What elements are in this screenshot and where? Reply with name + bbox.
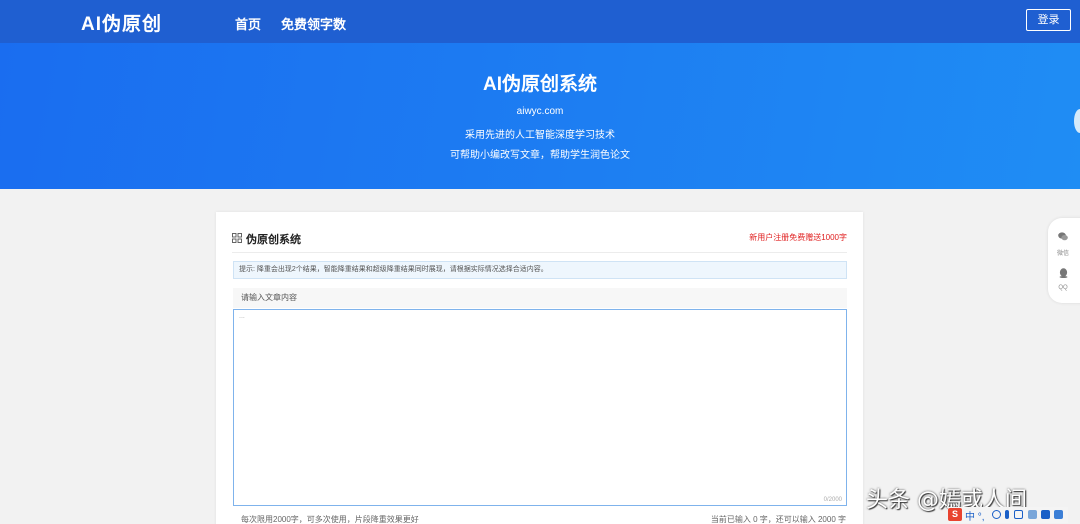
hero-title: AI伪原创系统 bbox=[482, 74, 597, 95]
register-promo: 新用户注册免费赠送1000字 bbox=[749, 233, 847, 242]
hero-tagline-2: 可帮助小编改写文章，帮助学生润色论文 bbox=[450, 150, 630, 161]
ime-mode-text[interactable]: 中 °, bbox=[965, 508, 985, 523]
input-label: 请输入文章内容 bbox=[233, 288, 847, 308]
wechat-label: 微信 bbox=[1056, 251, 1069, 257]
ime-tray: S 中 °, bbox=[948, 507, 1068, 523]
login-button[interactable]: 登录 bbox=[1026, 9, 1071, 31]
rewrite-card: 伪原创系统 新用户注册免费赠送1000字 提示: 降重会出现2个结果，智能降重结… bbox=[216, 212, 863, 524]
wechat-icon bbox=[1058, 232, 1068, 241]
top-nav: AI伪原创 首页 免费领字数 登录 bbox=[0, 0, 1080, 43]
usage-note: 每次限用2000字，可多次使用，片段降重效果更好 bbox=[241, 515, 419, 524]
hero-domain: aiwyc.com bbox=[516, 106, 564, 117]
mic-icon[interactable] bbox=[1005, 510, 1009, 519]
qq-contact[interactable]: QQ bbox=[1048, 265, 1078, 291]
wechat-contact[interactable]: 微信 bbox=[1048, 228, 1078, 257]
qq-icon bbox=[1059, 268, 1067, 278]
contact-float-panel: 微信 QQ bbox=[1048, 218, 1080, 303]
tip-notice: 提示: 降重会出现2个结果，智能降重结果和超级降重结果同时展现，请根据实际情况选… bbox=[233, 261, 847, 279]
skin-icon[interactable] bbox=[1041, 510, 1050, 519]
char-counter: 0/2000 bbox=[823, 497, 842, 503]
qq-label: QQ bbox=[1058, 285, 1068, 291]
keyboard-icon[interactable] bbox=[1014, 510, 1023, 519]
hero-tagline-1: 采用先进的人工智能深度学习技术 bbox=[465, 130, 615, 141]
nav-link-free-words[interactable]: 免费领字数 bbox=[281, 14, 346, 33]
hero-edge-bubble bbox=[1074, 109, 1080, 133]
emoji-icon[interactable] bbox=[992, 510, 1001, 519]
sogou-ime-icon[interactable]: S bbox=[948, 508, 962, 521]
hero-banner: AI伪原创系统 aiwyc.com 采用先进的人工智能深度学习技术 可帮助小编改… bbox=[0, 43, 1080, 189]
tools-icon[interactable] bbox=[1028, 510, 1037, 519]
card-title: 伪原创系统 bbox=[246, 234, 301, 246]
article-textarea[interactable]: ... 0/2000 bbox=[233, 309, 847, 506]
textarea-placeholder: ... bbox=[239, 313, 245, 320]
card-header: 伪原创系统 新用户注册免费赠送1000字 bbox=[232, 231, 847, 253]
grid-icon bbox=[232, 233, 242, 243]
input-status: 当前已输入 0 字，还可以输入 2000 字 bbox=[710, 515, 846, 524]
site-logo[interactable]: AI伪原创 bbox=[81, 9, 162, 36]
nav-link-home[interactable]: 首页 bbox=[235, 14, 261, 33]
menu-grid-icon[interactable] bbox=[1054, 510, 1063, 519]
